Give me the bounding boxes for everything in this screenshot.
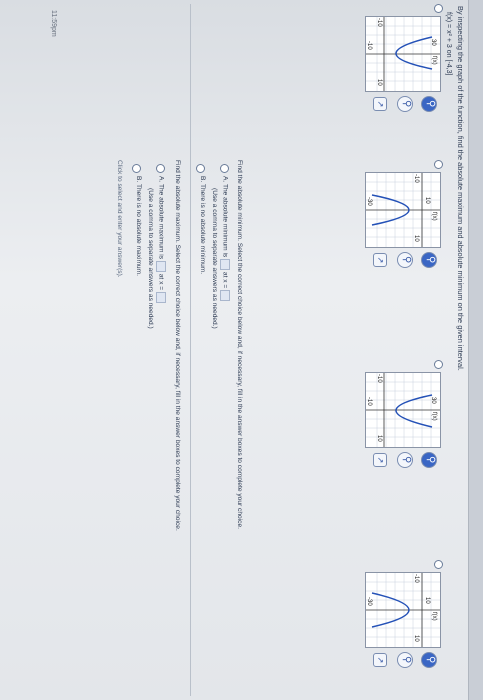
magnifier-icon: ⚲ [401,456,412,464]
magnifier-icon: ⚲ [401,656,412,664]
graph-a: f(x) 30 -10 10 -10 [365,16,441,92]
svg-text:f(x): f(x) [431,212,437,221]
graph-c-radio[interactable] [434,360,443,369]
svg-text:30: 30 [430,397,436,404]
max-a-radio[interactable] [156,164,165,173]
popout-c-button[interactable]: ↗ [373,453,387,467]
svg-text:-10: -10 [413,574,419,583]
graph-a-radio[interactable] [434,4,443,13]
popout-b-button[interactable]: ↗ [373,253,387,267]
footer-hint: Click to select and enter your answer(s)… [116,160,123,278]
svg-text:30: 30 [430,39,436,46]
clock-time: 11:59pm [50,10,57,37]
max-value-input[interactable] [156,260,166,272]
graph-d-radio[interactable] [434,560,443,569]
min-x-input[interactable] [220,290,230,302]
min-prompt: Find the absolute minimum. Select the co… [236,160,243,529]
max-b-label: B. There is no absolute maximum. [135,176,142,276]
svg-text:10: 10 [424,597,430,604]
top-bar [468,0,483,700]
min-b-radio[interactable] [196,164,205,173]
question-text: By inspecting the graph of the function,… [456,6,465,371]
graph-b-svg: f(x) 10 -10 10 -30 [366,173,440,247]
graph-a-ylabel: f(x) [431,56,437,65]
max-a-note: (Use a comma to separate answers as need… [147,188,154,329]
svg-text:10: 10 [424,197,430,204]
zoom-out-c-button[interactable]: ⚲ [397,452,413,468]
max-x-input[interactable] [156,291,166,303]
magnifier-icon: ⚲ [425,456,436,464]
magnifier-icon: ⚲ [425,656,436,664]
min-a-note: (Use a comma to separate answers as need… [211,188,218,329]
magnifier-icon: ⚲ [401,256,412,264]
zoom-out-b-button[interactable]: ⚲ [397,252,413,268]
graph-d-svg: f(x) 10 -10 10 -30 [366,573,440,647]
graph-b-radio[interactable] [434,160,443,169]
magnifier-icon: ⚲ [425,100,436,108]
zoom-out-a-button[interactable]: ⚲ [397,96,413,112]
svg-text:10: 10 [413,235,419,242]
function-text: f(x) = x² + 3 on [-4,3] [445,12,452,76]
photographed-screen: By inspecting the graph of the function,… [0,0,483,700]
graph-b: f(x) 10 -10 10 -30 [365,172,441,248]
max-a-label: A. The absolute maximum is at x = [156,176,166,303]
max-prompt: Find the absolute maximum. Select the co… [174,160,181,531]
divider [190,4,191,696]
max-b-radio[interactable] [132,164,141,173]
min-a-label: A. The absolute minimum is at x = [220,176,230,302]
svg-text:10: 10 [376,79,382,86]
graph-a-curve [395,36,433,70]
graph-d: f(x) 10 -10 10 -30 [365,572,441,648]
svg-text:10: 10 [376,435,382,442]
graph-c-svg: f(x) 30 -10 10 -10 [366,373,440,447]
svg-text:f(x): f(x) [431,412,437,421]
svg-text:-10: -10 [376,18,382,27]
svg-text:10: 10 [413,635,419,642]
popout-a-button[interactable]: ↗ [373,97,387,111]
magnifier-icon: ⚲ [425,256,436,264]
svg-text:-10: -10 [366,397,372,406]
zoom-in-a-button[interactable]: ⚲ [421,96,437,112]
svg-text:f(x): f(x) [431,612,437,621]
min-a-radio[interactable] [220,164,229,173]
svg-text:-10: -10 [413,174,419,183]
zoom-in-c-button[interactable]: ⚲ [421,452,437,468]
svg-text:-10: -10 [376,374,382,383]
min-value-input[interactable] [220,259,230,271]
min-b-label: B. There is no absolute minimum. [199,176,206,275]
zoom-out-d-button[interactable]: ⚲ [397,652,413,668]
svg-text:-10: -10 [366,41,372,50]
graph-c: f(x) 30 -10 10 -10 [365,372,441,448]
zoom-in-d-button[interactable]: ⚲ [421,652,437,668]
popout-d-button[interactable]: ↗ [373,653,387,667]
zoom-in-b-button[interactable]: ⚲ [421,252,437,268]
svg-text:-30: -30 [366,197,372,206]
magnifier-icon: ⚲ [401,100,412,108]
graph-a-svg: f(x) 30 -10 10 -10 [366,17,440,91]
svg-text:-30: -30 [366,597,372,606]
